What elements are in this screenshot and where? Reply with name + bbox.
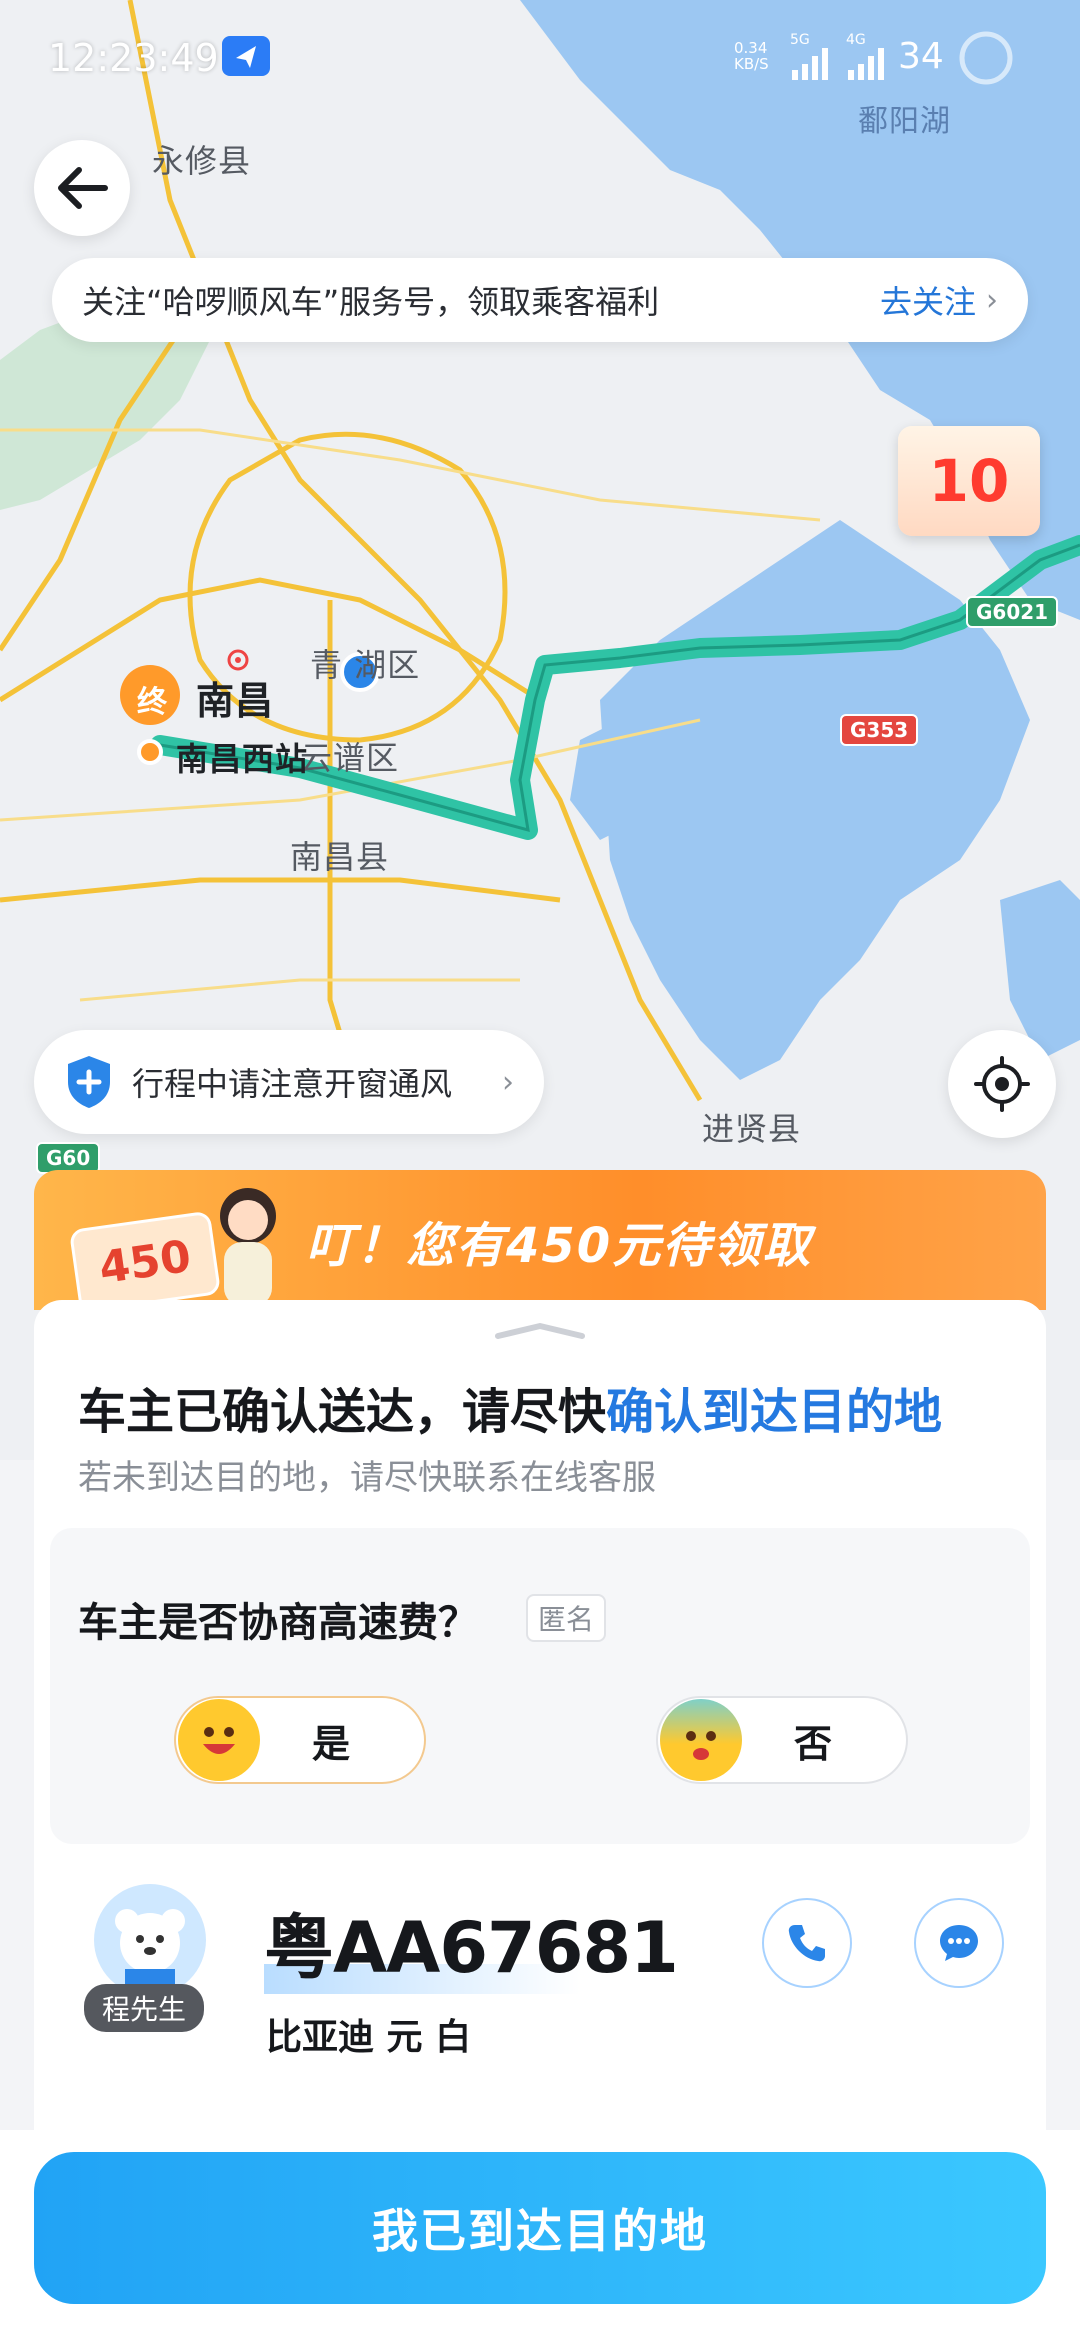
- driver-name: 程先生: [84, 1984, 205, 2032]
- fearful-face-icon: [660, 1699, 742, 1781]
- call-driver-button[interactable]: [762, 1898, 852, 1988]
- status-time: 12:23:49: [48, 36, 219, 80]
- arrival-heading-prefix: 车主已确认送达，请尽快: [78, 1384, 607, 1440]
- crosshair-icon: [974, 1056, 1030, 1112]
- reward-banner[interactable]: 450 叮！您有450元待领取: [34, 1170, 1046, 1310]
- map-label-yongxiu: 永修县: [152, 142, 252, 180]
- trip-status-card: 车主已确认送达，请尽快确认到达目的地 若未到达目的地，请尽快联系在线客服 车主是…: [34, 1300, 1046, 2130]
- survey-yes-button[interactable]: 是: [174, 1696, 426, 1784]
- chat-bubble-icon: [940, 1925, 978, 1961]
- map-label-nanchang: 南昌: [196, 679, 275, 723]
- map-label-nanchang-county: 南昌县: [290, 838, 390, 876]
- network-speed-unit: KB/S: [734, 55, 769, 73]
- end-marker-icon: 终: [137, 685, 168, 720]
- survey-no-label: 否: [794, 1721, 833, 1766]
- reward-badge: 450: [68, 1210, 222, 1310]
- bottom-action-bar: 我已到达目的地: [0, 2130, 1080, 2340]
- back-arrow-icon: [58, 167, 108, 209]
- car-model: 比亚迪 元 白: [266, 2017, 472, 2058]
- happy-face-icon: [178, 1699, 260, 1781]
- locate-button[interactable]: [948, 1030, 1056, 1138]
- map-label-nanchang-west: 南昌西站: [176, 740, 309, 778]
- reward-badge-amount: 450: [95, 1230, 195, 1294]
- coupon-float-button[interactable]: 10: [898, 426, 1040, 536]
- toll-survey: 车主是否协商高速费？ 匿名 是 否: [50, 1528, 1030, 1844]
- map-label-jinxian: 进贤县: [702, 1110, 802, 1148]
- chevron-right-icon: ›: [986, 282, 998, 318]
- follow-service-text: 关注“哈啰顺风车”服务号，领取乘客福利: [82, 283, 660, 321]
- signal-icon: [846, 46, 890, 90]
- map-label-yunpu: 云谱区: [300, 739, 400, 777]
- signal-icon: [790, 46, 834, 90]
- follow-button[interactable]: 去关注: [880, 277, 976, 323]
- drag-handle-icon[interactable]: [492, 1322, 588, 1340]
- survey-question: 车主是否协商高速费？: [78, 1600, 478, 1646]
- arrival-subtext: 若未到达目的地，请尽快联系在线客服: [78, 1458, 656, 1498]
- map-label-poyang-lake: 鄱阳湖: [858, 104, 951, 139]
- safety-tip-text: 行程中请注意开窗通风: [132, 1065, 453, 1103]
- network-speed: 0.34 KB/S: [734, 40, 769, 72]
- phone-icon: [788, 1925, 825, 1962]
- anonymous-tag: 匿名: [526, 1594, 607, 1642]
- safety-tip[interactable]: 行程中请注意开窗通风 ›: [34, 1030, 544, 1134]
- navigation-arrow-icon: [222, 36, 270, 76]
- bear-avatar-icon: [115, 1909, 185, 1985]
- battery-level: 34: [898, 36, 944, 77]
- highway-badge: G353: [840, 714, 919, 746]
- confirm-arrival-label: 我已到达目的地: [372, 2204, 708, 2258]
- follow-service-banner[interactable]: 关注“哈啰顺风车”服务号，领取乘客福利 去关注 ›: [52, 258, 1028, 342]
- driver-avatar[interactable]: [94, 1884, 206, 1996]
- survey-yes-label: 是: [312, 1721, 351, 1766]
- message-driver-button[interactable]: [914, 1898, 1004, 1988]
- map-label-qingshanhu: 青 湖区: [310, 646, 421, 684]
- license-plate: 粤AA67681: [264, 1907, 679, 1989]
- shield-plus-icon: [68, 1056, 110, 1108]
- status-bar: 12:23:49 0.34 KB/S 5G 4G 34: [0, 28, 1080, 92]
- chevron-right-icon: ›: [502, 1064, 514, 1100]
- mascot-illustration-icon: [220, 1188, 276, 1306]
- battery-ring-icon: [956, 28, 1016, 96]
- arrival-heading-highlight: 确认到达目的地: [606, 1384, 943, 1440]
- back-button[interactable]: [34, 140, 130, 236]
- arrival-heading: 车主已确认送达，请尽快确认到达目的地: [78, 1372, 942, 1442]
- survey-no-button[interactable]: 否: [656, 1696, 908, 1784]
- driver-info: 程先生 粤AA67681 比亚迪 元 白: [34, 1870, 1046, 2070]
- reward-banner-title: 叮！您有450元待领取: [306, 1218, 813, 1274]
- highway-badge: G6021: [966, 596, 1059, 628]
- coupon-amount: 10: [928, 447, 1010, 515]
- confirm-arrival-button[interactable]: 我已到达目的地: [34, 2152, 1046, 2304]
